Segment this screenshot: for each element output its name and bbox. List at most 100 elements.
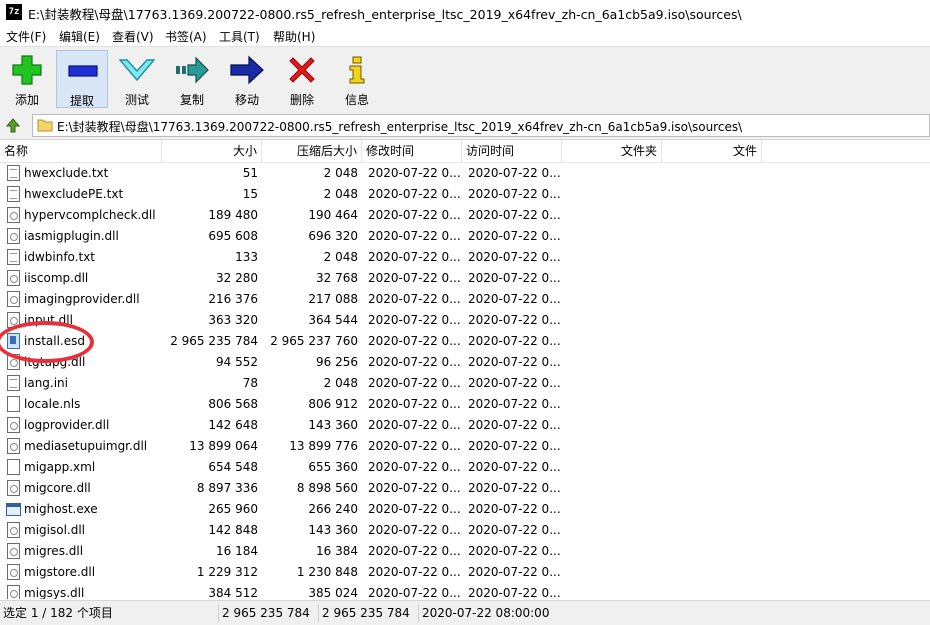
file-row[interactable]: iiscomp.dll 32 280 32 768 2020-07-22 0... 20… [0, 268, 930, 289]
dll-file-icon [7, 228, 20, 244]
cell-packed-size: 2 048 [323, 187, 358, 201]
status-selection: 选定 1 / 182 个项目 [3, 606, 113, 620]
window-title: E:\封装教程\母盘\17763.1369.200722-0800.rs5_re… [28, 7, 742, 22]
cell-packed-size: 2 048 [323, 166, 358, 180]
copy-button[interactable]: 复制 [166, 50, 218, 108]
cell-packed-size: 16 384 [316, 544, 358, 558]
file-row[interactable]: hypervcomplcheck.dll 189 480 190 464 2020-0… [0, 205, 930, 226]
add-button[interactable]: 添加 [1, 50, 53, 108]
col-size[interactable]: 大小 [162, 140, 262, 162]
file-row[interactable]: migapp.xml 654 548 655 360 2020-07-22 0... 2… [0, 457, 930, 478]
cell-packed-size: 96 256 [316, 355, 358, 369]
menu-tools[interactable]: 工具(T) [219, 28, 260, 45]
menu-help[interactable]: 帮助(H) [273, 28, 315, 45]
file-row[interactable]: lang.ini 78 2 048 2020-07-22 0... 2020-07-22… [0, 373, 930, 394]
cell-packed-size: 8 898 560 [296, 481, 358, 495]
cell-accessed: 2020-07-22 0... [468, 376, 560, 390]
info-label: 信息 [344, 93, 369, 107]
highlight-circle [0, 321, 94, 363]
col-modified[interactable]: 修改时间 [362, 140, 462, 162]
file-row[interactable]: logprovider.dll 142 648 143 360 2020-07-22 … [0, 415, 930, 436]
info-button[interactable]: 信息 [331, 50, 383, 108]
cell-packed-size: 32 768 [316, 271, 358, 285]
cell-accessed: 2020-07-22 0... [468, 502, 560, 516]
text-file-icon [7, 375, 20, 391]
cell-accessed: 2020-07-22 0... [468, 523, 560, 537]
move-button[interactable]: 移动 [221, 50, 273, 108]
cell-size: 32 280 [216, 271, 258, 285]
menu-bookmarks[interactable]: 书签(A) [165, 28, 207, 45]
delete-x-icon [289, 57, 315, 83]
cell-name: mighost.exe [24, 502, 98, 516]
dll-file-icon [7, 417, 20, 433]
address-path: E:\封装教程\母盘\17763.1369.200722-0800.rs5_re… [57, 120, 743, 134]
cell-modified: 2020-07-22 0... [368, 313, 460, 327]
menu-edit[interactable]: 编辑(E) [59, 28, 100, 45]
folder-icon [37, 119, 53, 132]
checkmark-icon [119, 59, 155, 82]
col-accessed[interactable]: 访问时间 [462, 140, 562, 162]
cell-name: migapp.xml [24, 460, 96, 474]
cell-name: hwexcludePE.txt [24, 187, 124, 201]
cell-size: 133 [235, 250, 258, 264]
cell-name: logprovider.dll [24, 418, 110, 432]
file-row[interactable]: idwbinfo.txt 133 2 048 2020-07-22 0... 2020-… [0, 247, 930, 268]
cell-size: 94 552 [216, 355, 258, 369]
cell-name: hwexclude.txt [24, 166, 109, 180]
delete-button[interactable]: 删除 [276, 50, 328, 108]
menu-file[interactable]: 文件(F) [6, 28, 46, 45]
file-row[interactable]: install.esd 2 965 235 784 2 965 237 760 202… [0, 331, 930, 352]
move-label: 移动 [234, 93, 259, 107]
cell-accessed: 2020-07-22 0... [468, 460, 560, 474]
cell-modified: 2020-07-22 0... [368, 355, 460, 369]
file-row[interactable]: hwexclude.txt 51 2 048 2020-07-22 0... 2020-… [0, 163, 930, 184]
extract-button[interactable]: 提取 [56, 50, 108, 108]
file-row[interactable]: migisol.dll 142 848 143 360 2020-07-22 0...… [0, 520, 930, 541]
cell-modified: 2020-07-22 0... [368, 229, 460, 243]
cell-name: idwbinfo.txt [24, 250, 96, 264]
delete-label: 删除 [289, 93, 314, 107]
file-row[interactable]: migres.dll 16 184 16 384 2020-07-22 0... 202… [0, 541, 930, 562]
up-folder-icon[interactable] [4, 116, 22, 134]
file-row[interactable]: imagingprovider.dll 216 376 217 088 2020-07… [0, 289, 930, 310]
cell-packed-size: 190 464 [308, 208, 358, 222]
file-list[interactable]: hwexclude.txt 51 2 048 2020-07-22 0... 2020-… [0, 163, 930, 599]
test-button[interactable]: 测试 [111, 50, 163, 108]
file-row[interactable]: mediasetupuimgr.dll 13 899 064 13 899 776 2… [0, 436, 930, 457]
cell-packed-size: 385 024 [308, 586, 358, 599]
cell-packed-size: 2 048 [323, 376, 358, 390]
dll-file-icon [7, 291, 20, 307]
file-row[interactable]: migcore.dll 8 897 336 8 898 560 2020-07-22 … [0, 478, 930, 499]
file-row[interactable]: migstore.dll 1 229 312 1 230 848 2020-07-22… [0, 562, 930, 583]
file-row[interactable]: input.dll 363 320 364 544 2020-07-22 0... 20… [0, 310, 930, 331]
cell-packed-size: 266 240 [308, 502, 358, 516]
col-packed-size[interactable]: 压缩后大小 [262, 140, 362, 162]
col-name[interactable]: 名称 [0, 140, 162, 162]
file-row[interactable]: mighost.exe 265 960 266 240 2020-07-22 0...… [0, 499, 930, 520]
cell-accessed: 2020-07-22 0... [468, 313, 560, 327]
file-row[interactable]: hwexcludePE.txt 15 2 048 2020-07-22 0... 202… [0, 184, 930, 205]
file-row[interactable]: locale.nls 806 568 806 912 2020-07-22 0... 2… [0, 394, 930, 415]
col-files[interactable]: 文件 [662, 140, 762, 162]
address-field[interactable]: E:\封装教程\母盘\17763.1369.200722-0800.rs5_re… [32, 114, 930, 137]
cell-packed-size: 364 544 [308, 313, 358, 327]
col-folders[interactable]: 文件夹 [562, 140, 662, 162]
cell-modified: 2020-07-22 0... [368, 187, 460, 201]
cell-accessed: 2020-07-22 0... [468, 208, 560, 222]
cell-accessed: 2020-07-22 0... [468, 187, 560, 201]
cell-size: 15 [242, 187, 258, 201]
copy-arrow-icon [176, 56, 209, 84]
menu-view[interactable]: 查看(V) [112, 28, 154, 45]
file-row[interactable]: migsys.dll 384 512 385 024 2020-07-22 0... 2… [0, 583, 930, 599]
file-row[interactable]: itgtupg.dll 94 552 96 256 2020-07-22 0... 20… [0, 352, 930, 373]
text-file-icon [7, 186, 20, 202]
minus-icon [68, 65, 98, 77]
7zip-app-icon[interactable]: 7z [6, 4, 22, 20]
text-file-icon [7, 249, 20, 265]
file-row[interactable]: iasmigplugin.dll 695 608 696 320 2020-07-22… [0, 226, 930, 247]
cell-size: 8 897 336 [196, 481, 258, 495]
cell-packed-size: 655 360 [308, 460, 358, 474]
menu-bar: 文件(F) 编辑(E) 查看(V) 书签(A) 工具(T) 帮助(H) [0, 24, 930, 46]
status-bar: 选定 1 / 182 个项目 2 965 235 784 2 965 235 7… [0, 600, 930, 625]
cell-accessed: 2020-07-22 0... [468, 397, 560, 411]
